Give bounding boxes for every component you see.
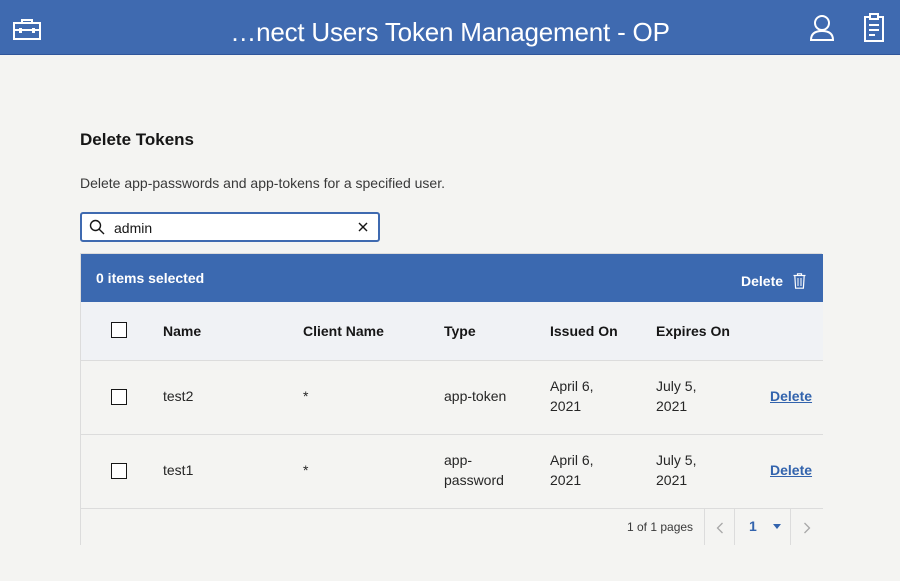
search-icon <box>89 219 105 235</box>
trash-icon[interactable] <box>793 273 806 289</box>
issued-on-date: April 6, <box>550 378 594 394</box>
expires-on: July 5, 2021 <box>656 376 696 416</box>
chevron-left-icon <box>716 522 723 534</box>
app-title: …nect Users Token Management - OP <box>230 17 670 47</box>
issued-on-year: 2021 <box>550 472 582 488</box>
issued-on: April 6, 2021 <box>550 376 594 416</box>
expires-on: July 5, 2021 <box>656 450 696 490</box>
next-page-button[interactable] <box>790 509 823 545</box>
table-row: test1 * app- password April 6, 2021 July… <box>81 435 823 509</box>
expires-on-year: 2021 <box>656 398 688 414</box>
token-type-line-1: app- <box>444 452 473 468</box>
column-header-client-name[interactable]: Client Name <box>303 322 384 340</box>
token-name: test2 <box>163 388 194 404</box>
pagination: 1 of 1 pages 1 <box>81 509 823 546</box>
batch-action-bar: 0 items selected Delete <box>81 254 823 302</box>
expires-on-date: July 5, <box>656 378 697 394</box>
caret-down-icon <box>773 524 781 529</box>
row-checkbox[interactable] <box>111 389 127 405</box>
app-header: …nect Users Token Management - OP <box>0 0 900 55</box>
client-name: * <box>303 388 309 404</box>
row-delete-link[interactable]: Delete <box>770 388 812 404</box>
clipboard-icon[interactable] <box>858 12 890 44</box>
column-header-type[interactable]: Type <box>444 322 476 340</box>
expires-on-year: 2021 <box>656 472 688 488</box>
expires-on-date: July 5, <box>656 452 697 468</box>
chevron-right-icon <box>804 522 811 534</box>
table-row: test2 * app-token April 6, 2021 July 5, … <box>81 361 823 435</box>
page-select[interactable]: 1 <box>734 509 790 545</box>
tokens-table: 0 items selected Delete Name Client Name… <box>80 253 823 546</box>
current-page-number: 1 <box>749 518 757 534</box>
row-delete-link[interactable]: Delete <box>770 462 812 478</box>
page-description: Delete app-passwords and app-tokens for … <box>80 175 445 191</box>
selected-count: 0 items selected <box>96 270 205 286</box>
user-search[interactable] <box>80 212 380 242</box>
client-name: * <box>303 462 309 478</box>
pages-text: 1 of 1 pages <box>627 520 694 534</box>
table-header: Name Client Name Type Issued On Expires … <box>81 302 823 361</box>
column-header-issued-on[interactable]: Issued On <box>550 322 618 340</box>
column-header-expires-on[interactable]: Expires On <box>656 322 730 340</box>
issued-on: April 6, 2021 <box>550 450 594 490</box>
user-icon[interactable] <box>806 12 838 44</box>
column-header-name[interactable]: Name <box>163 322 201 340</box>
token-type: app-token <box>444 388 507 404</box>
row-checkbox[interactable] <box>111 463 127 479</box>
token-name: test1 <box>163 462 194 478</box>
batch-delete-button[interactable]: Delete <box>741 273 783 289</box>
page-title: Delete Tokens <box>80 130 195 149</box>
previous-page-button[interactable] <box>704 509 734 545</box>
issued-on-date: April 6, <box>550 452 594 468</box>
issued-on-year: 2021 <box>550 398 582 414</box>
search-input[interactable] <box>114 218 344 238</box>
select-all-checkbox[interactable] <box>111 322 127 338</box>
token-type: app- password <box>444 450 504 490</box>
close-icon[interactable] <box>356 220 370 234</box>
token-type-line-2: password <box>444 472 504 488</box>
